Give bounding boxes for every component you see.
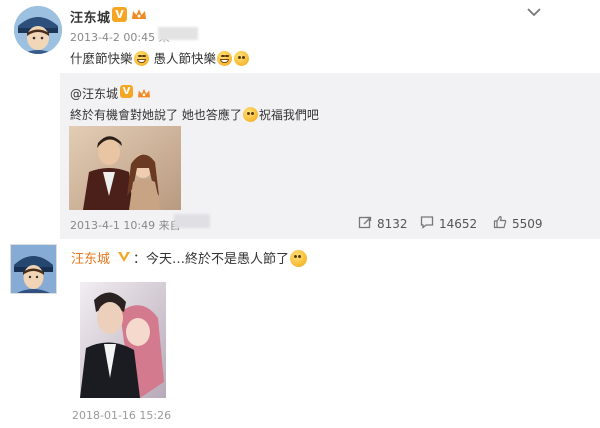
avatar[interactable]: [14, 6, 62, 54]
separator: ：: [133, 252, 147, 267]
post-text-main: 今天…終於不是愚人節了: [146, 252, 290, 267]
post-text: 什麼節快樂 愚人節快樂: [70, 48, 250, 67]
username[interactable]: 汪东城: [71, 248, 110, 267]
blurred-source: [174, 214, 210, 228]
repost-text: 終於有機會對她說了 她也答應了 祝福我們吧: [70, 106, 319, 123]
think-emoji-icon: [234, 51, 250, 66]
like-icon: [493, 215, 507, 232]
smile-emoji-icon: [242, 107, 258, 122]
repost-text-tail: 祝福我們吧: [258, 108, 319, 122]
crown-icon: [137, 85, 151, 98]
verified-icon: V: [120, 85, 133, 98]
comment-button[interactable]: 14652: [420, 215, 477, 232]
repost-count: 8132: [377, 216, 408, 231]
comment-count: 14652: [439, 216, 478, 231]
smile-emoji-icon: [290, 250, 308, 267]
blurred-source: [158, 27, 198, 40]
timestamp[interactable]: 2013-4-2 00:45: [70, 31, 155, 44]
chevron-down-icon[interactable]: [526, 3, 542, 17]
post-text-a: 什麼節快樂: [70, 51, 133, 66]
post-text: ：今天…終於不是愚人節了: [133, 248, 308, 267]
post-photo[interactable]: [69, 126, 181, 210]
timestamp[interactable]: 2013-4-1 10:49: [70, 219, 155, 232]
repost-text-main: 終於有機會對她說了 她也答應了: [70, 108, 242, 122]
verified-icon: [117, 248, 131, 262]
comment-icon: [420, 215, 434, 232]
avatar[interactable]: [10, 244, 57, 294]
like-button[interactable]: 5509: [493, 215, 543, 232]
grin-emoji-icon: [217, 51, 233, 66]
post-text-b: 愚人節快樂: [153, 51, 217, 66]
verified-icon: V: [112, 7, 127, 22]
repost-username[interactable]: @汪东城: [70, 85, 118, 102]
post-photo[interactable]: [80, 282, 166, 398]
timestamp[interactable]: 2018-01-16 15:26: [72, 409, 171, 422]
like-count: 5509: [512, 216, 543, 231]
crown-icon: [131, 7, 147, 22]
repost-icon: [358, 215, 372, 232]
repost-meta: 2013-4-1 10:49 来自: [70, 217, 181, 233]
username[interactable]: 汪东城: [70, 7, 111, 26]
grin-emoji-icon: [133, 51, 149, 66]
repost-button[interactable]: 8132: [358, 215, 408, 232]
post-meta: 2013-4-2 00:45 来: [70, 29, 170, 45]
